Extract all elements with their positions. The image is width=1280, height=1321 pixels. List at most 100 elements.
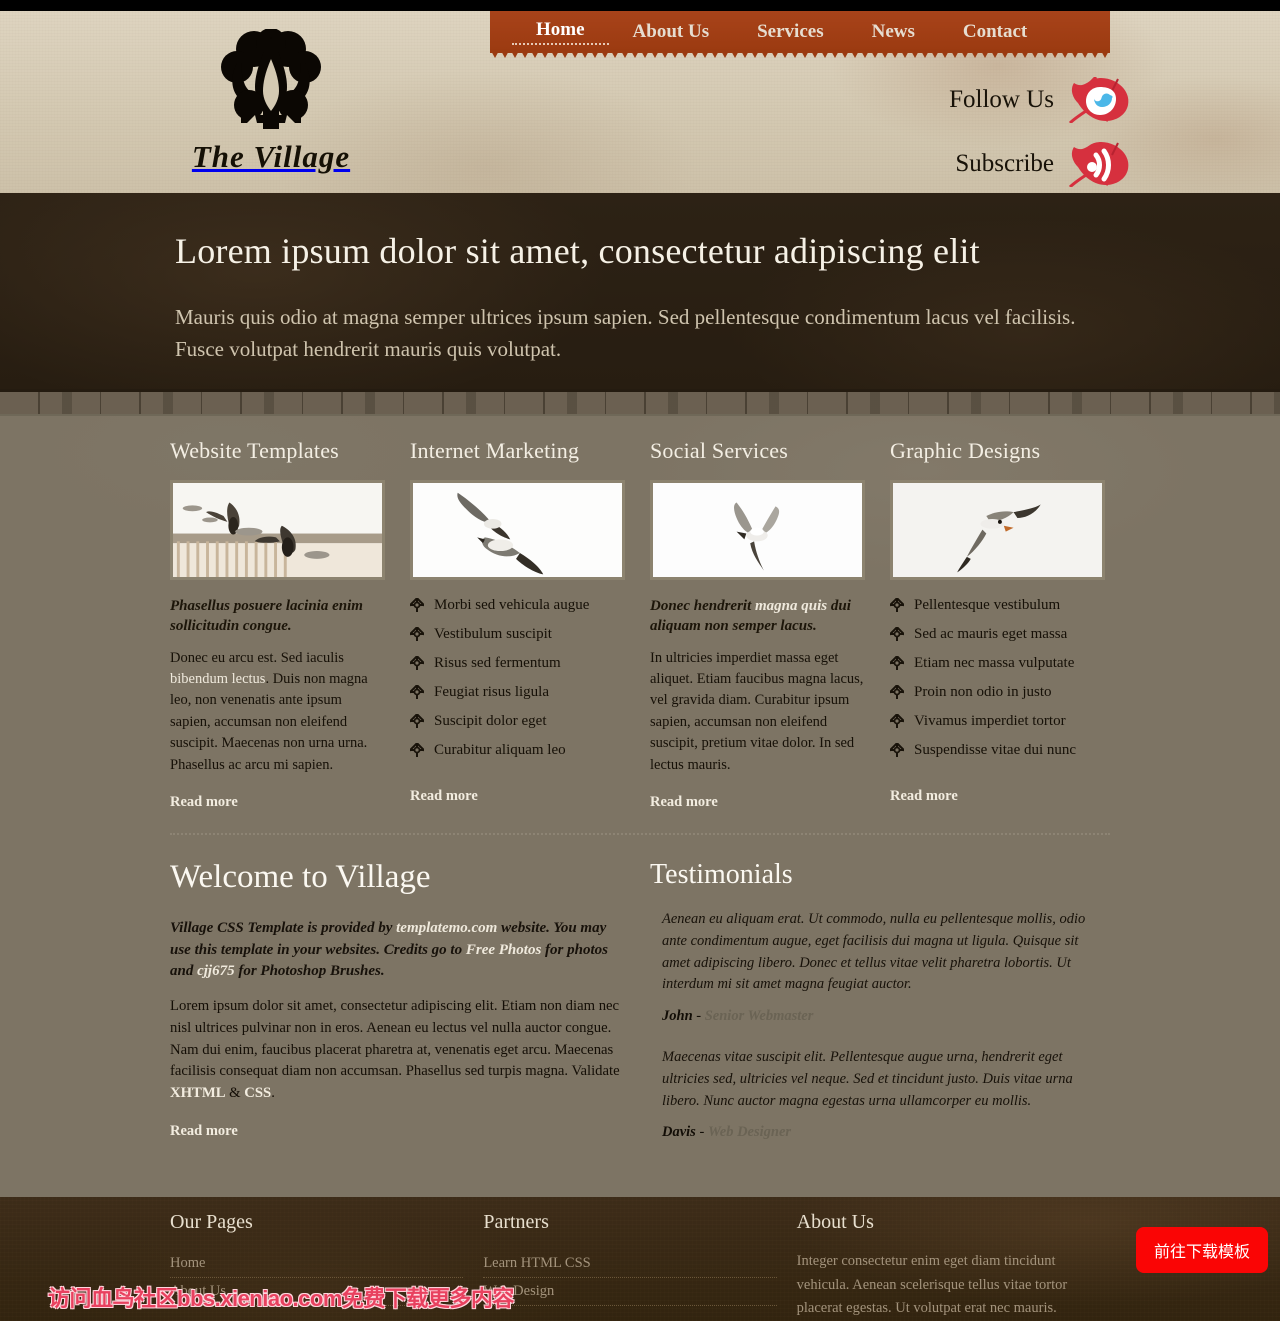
top-black-bar (0, 0, 1280, 11)
list-item: Feugiat risus ligula (408, 683, 625, 712)
follow-us-link[interactable]: Follow Us (912, 77, 1132, 123)
service-thumbnail-pier-seagulls[interactable] (170, 480, 385, 580)
list-item: Etiam nec massa vulputate (888, 654, 1105, 683)
footer-link-web-design[interactable]: Web Design (483, 1278, 776, 1305)
list-item: Learn HTML CSS (483, 1250, 777, 1279)
list-item: Suscipit dolor eget (408, 712, 625, 741)
testimonials-title: Testimonials (650, 859, 793, 891)
logo-wordmark: The Village (191, 139, 351, 174)
footer-heading: Partners (483, 1211, 549, 1234)
services-row: Website Templates Phasellus posuere laci… (170, 438, 1110, 811)
service-column-graphic-designs: Graphic Designs Pellentesque vestibulum … (888, 438, 1105, 811)
read-more-link-4[interactable]: Read more (890, 788, 958, 805)
nav-item-about-us[interactable]: About Us (609, 21, 734, 43)
gear-bullet-icon (408, 625, 426, 641)
follow-us-label: Follow Us (949, 86, 1054, 113)
main-navigation: Home About Us Services News Contact (490, 11, 1110, 53)
gear-bullet-icon (408, 596, 426, 612)
footer-link-home[interactable]: Home (170, 1250, 463, 1277)
service-thumbnail-two-seagulls[interactable] (410, 480, 625, 580)
gear-bullet-icon (888, 683, 906, 699)
service-thumbnail-seagull-flight[interactable] (890, 480, 1105, 580)
footer-column-about-us: About Us Integer consectetur enim eget d… (797, 1211, 1090, 1320)
gear-bullet-icon (888, 654, 906, 670)
footer-column-partners: Partners Learn HTML CSS Web Design (483, 1211, 777, 1320)
testimonial-author: Davis - Web Designer (662, 1124, 792, 1141)
read-more-link-1[interactable]: Read more (170, 794, 238, 811)
footer-heading: Our Pages (170, 1211, 253, 1234)
gear-bullet-icon (408, 712, 426, 728)
service-column-internet-marketing: Internet Marketing Morbi sed vehicula au… (408, 438, 625, 811)
subscribe-label: Subscribe (955, 150, 1054, 177)
site-watermark: 访问血鸟社区bbs.xieniao.com免费下载更多内容 (48, 1285, 514, 1311)
main-navigation-bar: Home About Us Services News Contact (490, 11, 1110, 53)
download-template-button[interactable]: 前往下载模板 (1135, 1227, 1268, 1274)
list-item: Web Design (483, 1278, 777, 1307)
service-thumbnail-single-seagull[interactable] (650, 480, 865, 580)
welcome-title: Welcome to Village (170, 859, 431, 896)
gear-bullet-icon (888, 596, 906, 612)
service-lead: Phasellus posuere lacinia enim sollicitu… (170, 598, 363, 635)
nav-item-contact[interactable]: Contact (939, 21, 1051, 43)
fleur-de-lis-icon (171, 29, 371, 137)
welcome-paragraph: Lorem ipsum dolor sit amet, consectetur … (170, 998, 620, 1102)
read-more-link-welcome[interactable]: Read more (170, 1123, 238, 1140)
gear-bullet-icon (408, 654, 426, 670)
css-link[interactable]: CSS (244, 1085, 271, 1101)
section-divider (170, 833, 1110, 836)
xhtml-link[interactable]: XHTML (170, 1085, 226, 1101)
list-item: Proin non odio in justo (888, 683, 1105, 712)
site-footer: Our Pages Home About Us Partners Learn H… (0, 1197, 1280, 1321)
cjj675-link[interactable]: cjj675 (197, 963, 235, 979)
nav-item-news[interactable]: News (848, 21, 939, 43)
testimonial-quote: Aenean eu aliquam erat. Ut commodo, null… (662, 911, 1086, 993)
read-more-link-2[interactable]: Read more (410, 788, 478, 805)
service-feature-list-2: Morbi sed vehicula augue Vestibulum susc… (408, 596, 625, 770)
list-item: Sed ac mauris eget massa (888, 625, 1105, 654)
footer-link-list: Learn HTML CSS Web Design (483, 1250, 777, 1307)
footer-about-text: Integer consectetur enim eget diam tinci… (796, 1253, 1068, 1317)
gear-bullet-icon (408, 683, 426, 699)
service-title: Website Templates (170, 438, 339, 463)
site-logo[interactable]: The Village (171, 29, 371, 175)
list-item: Vivamus imperdiet tortor (888, 712, 1105, 741)
inline-link[interactable]: magna quis (755, 598, 827, 614)
welcome-section: Welcome to Village Village CSS Template … (170, 859, 625, 1163)
list-item: Pellentesque vestibulum (888, 596, 1105, 625)
free-photos-link[interactable]: Free Photos (466, 942, 541, 958)
gear-bullet-icon (888, 625, 906, 641)
hero-banner: Lorem ipsum dolor sit amet, consectetur … (0, 193, 1280, 389)
list-item: Risus sed fermentum (408, 654, 625, 683)
gear-bullet-icon (408, 741, 426, 757)
service-title: Internet Marketing (410, 438, 580, 463)
footer-link-learn-html-css[interactable]: Learn HTML CSS (483, 1250, 776, 1277)
list-item: Curabitur aliquam leo (408, 741, 625, 770)
nav-item-services[interactable]: Services (733, 21, 847, 43)
list-item: Morbi sed vehicula augue (408, 596, 625, 625)
list-item: Home (170, 1250, 464, 1279)
read-more-link-3[interactable]: Read more (650, 794, 718, 811)
twitter-bird-on-leaf-icon (1066, 77, 1132, 123)
footer-heading: About Us (796, 1211, 874, 1234)
templatemo-link[interactable]: templatemo.com (396, 920, 497, 936)
inline-link[interactable]: bibendum lectus (170, 671, 265, 687)
service-feature-list-4: Pellentesque vestibulum Sed ac mauris eg… (888, 596, 1105, 770)
social-links: Follow Us Subscribe (912, 77, 1132, 193)
nav-item-home[interactable]: Home (512, 19, 609, 45)
service-title: Graphic Designs (890, 438, 1041, 463)
subscribe-link[interactable]: Subscribe (912, 141, 1132, 187)
welcome-intro: Village CSS Template is provided by temp… (170, 920, 608, 979)
nav-zigzag-edge (490, 49, 1110, 58)
gear-bullet-icon (888, 741, 906, 757)
testimonial-author: John - Senior Webmaster (662, 1008, 814, 1025)
hero-text: Mauris quis odio at magna semper ultrice… (175, 305, 1076, 361)
list-item: Suspendisse vitae dui nunc (888, 741, 1105, 770)
service-body: Donec eu arcu est. Sed iaculis bibendum … (170, 649, 368, 773)
testimonials-section: Testimonials Aenean eu aliquam erat. Ut … (650, 859, 1105, 1163)
service-lead: Donec hendrerit magna quis dui aliquam n… (650, 598, 851, 635)
hero-title: Lorem ipsum dolor sit amet, consectetur … (175, 231, 980, 271)
service-body: In ultricies imperdiet massa eget alique… (650, 649, 864, 773)
site-header: The Village Home About Us Services News … (0, 11, 1280, 193)
list-item: Vestibulum suscipit (408, 625, 625, 654)
testimonial-quote: Maecenas vitae suscipit elit. Pellentesq… (662, 1049, 1073, 1109)
